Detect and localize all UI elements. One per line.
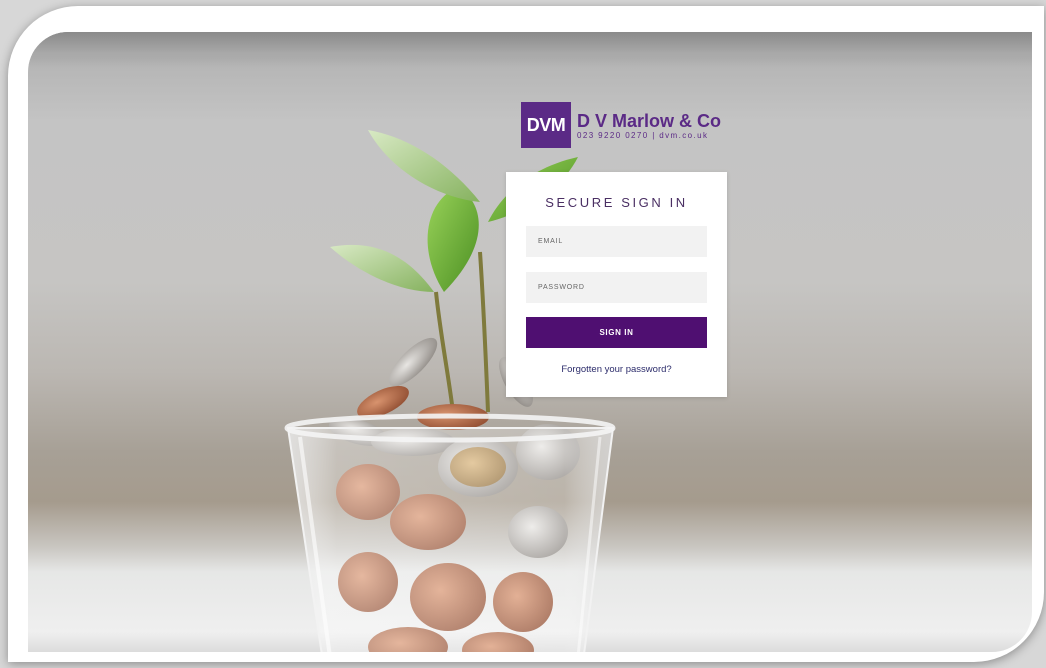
forgot-password-link[interactable]: Forgotten your password? — [506, 364, 727, 375]
background-band — [28, 32, 1032, 68]
company-logo[interactable]: DVM D V Marlow & Co 023 9220 0270 | dvm.… — [521, 102, 721, 148]
logo-mark: DVM — [521, 102, 571, 148]
company-contact: 023 9220 0270 | dvm.co.uk — [577, 130, 709, 140]
logo-text: D V Marlow & Co 023 9220 0270 | dvm.co.u… — [577, 111, 721, 140]
login-title: SECURE SIGN IN — [545, 195, 688, 210]
company-name: D V Marlow & Co — [577, 110, 722, 131]
email-field[interactable] — [526, 226, 707, 257]
login-page: DVM D V Marlow & Co 023 9220 0270 | dvm.… — [28, 32, 1032, 652]
screenshot-frame: DVM D V Marlow & Co 023 9220 0270 | dvm.… — [8, 6, 1044, 662]
password-field[interactable] — [526, 272, 707, 303]
sign-in-button[interactable]: SIGN IN — [526, 317, 707, 348]
login-card: SECURE SIGN IN SIGN IN Forgotten your pa… — [506, 172, 727, 397]
